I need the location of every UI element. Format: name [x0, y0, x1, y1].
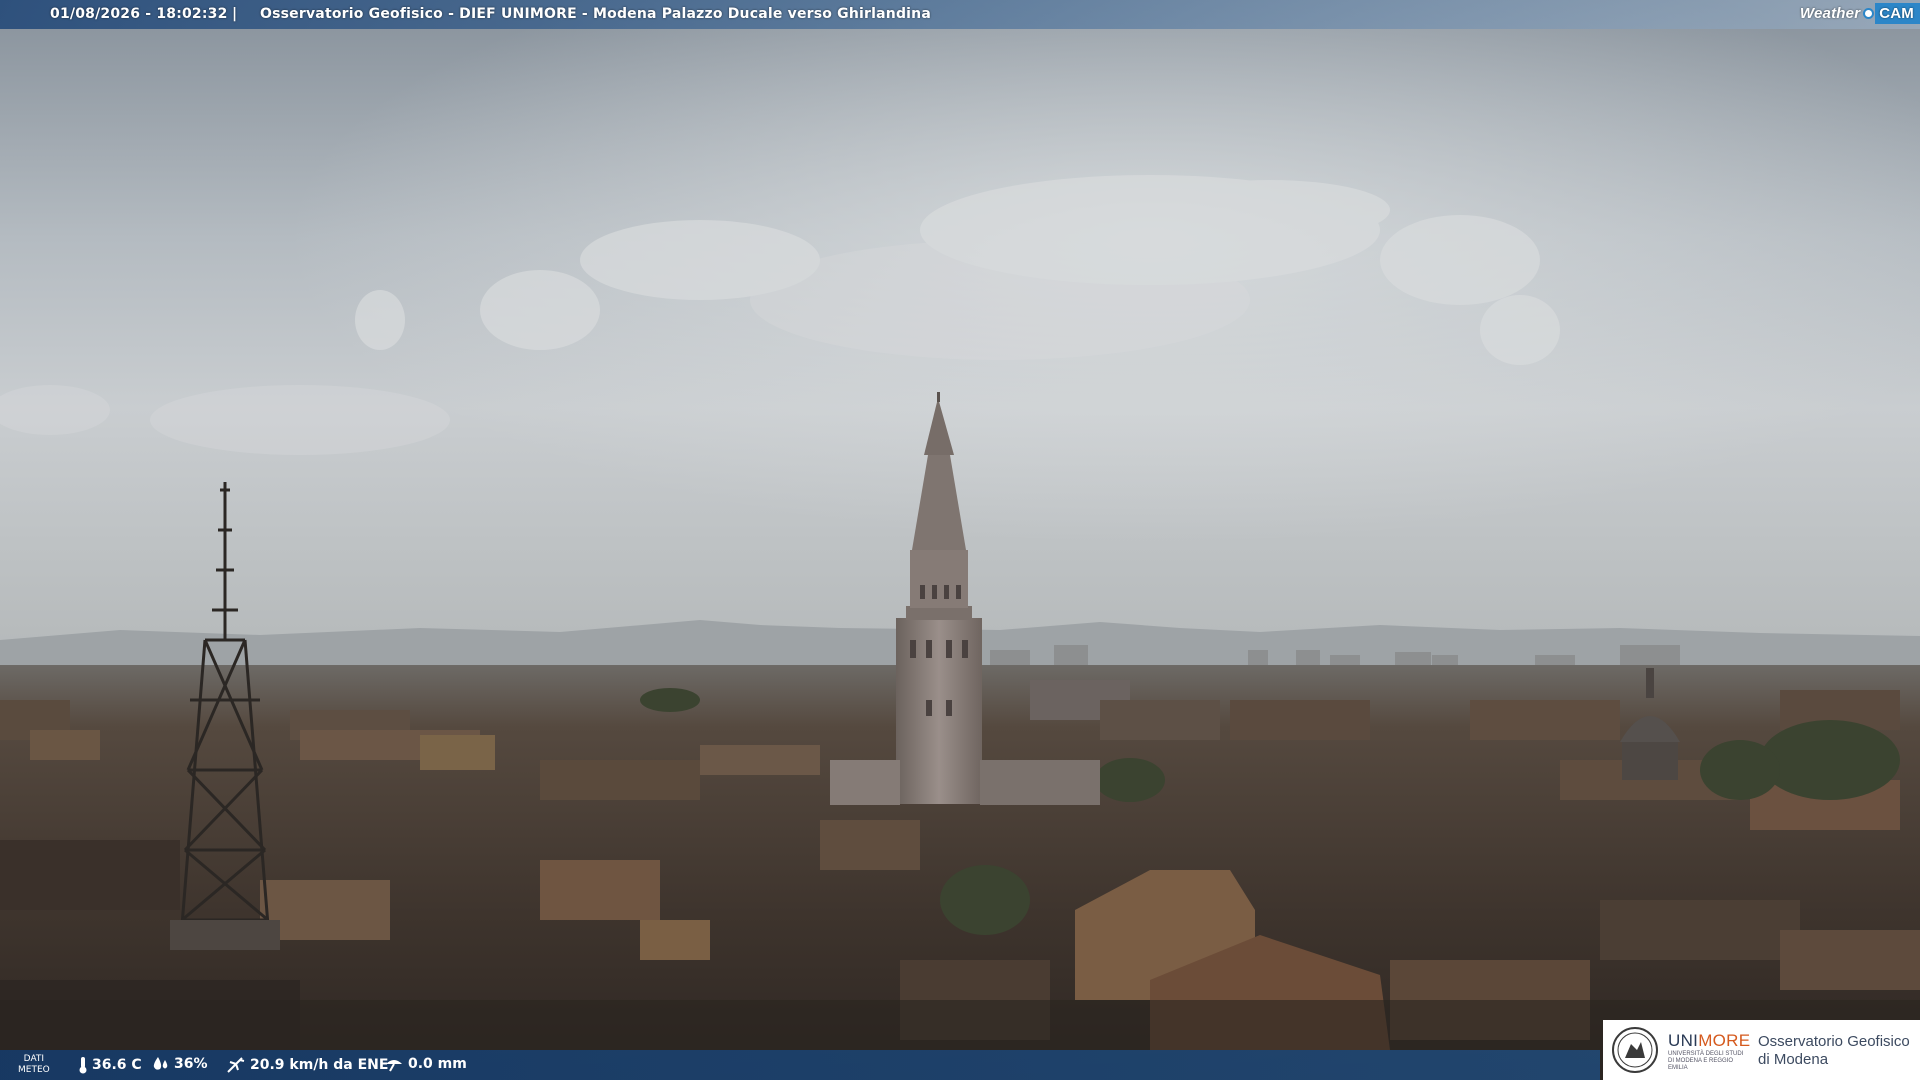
camera-title: Osservatorio Geofisico - DIEF UNIMORE - … — [260, 6, 931, 22]
weathercam-logo-cam: CAM — [1875, 2, 1920, 24]
unimore-seal — [1612, 1027, 1658, 1073]
weather-label: DATI METEO — [18, 1054, 50, 1076]
unimore-brand-more: MORE — [1698, 1031, 1751, 1050]
camera-info-bar: 01/08/2026 - 18:02:32 | Osservatorio Geo… — [0, 0, 1920, 29]
rain-gauge-icon — [386, 1060, 402, 1072]
webcam-view: 01/08/2026 - 18:02:32 | Osservatorio Geo… — [0, 0, 1920, 1080]
weathercam-dot-icon — [1863, 7, 1875, 19]
thermometer-icon — [79, 1057, 87, 1074]
weathercam-logo: Weather CAM — [1800, 0, 1920, 26]
observatory-name-line2: di Modena — [1758, 1051, 1829, 1068]
separator: | — [232, 6, 238, 22]
weathercam-logo-weather: Weather — [1799, 4, 1861, 22]
wind-item: 20.9 km/h da ENE — [226, 1056, 388, 1074]
unimore-logo: UNIMORE UNIVERSITÀ DEGLI STUDI DI MODENA… — [1603, 1020, 1920, 1080]
observatory-name: Osservatorio Geofisico di Modena — [1758, 1033, 1910, 1069]
wind-value: 20.9 km/h da ENE — [250, 1057, 389, 1073]
humidity-value: 36% — [174, 1056, 208, 1072]
weather-label-line2: METEO — [18, 1065, 50, 1075]
unimore-subtitle: UNIVERSITÀ DEGLI STUDI DI MODENA E REGGI… — [1668, 1051, 1744, 1071]
unimore-brand: UNIMORE — [1668, 1031, 1750, 1051]
rain-item: 0.0 mm — [384, 1056, 467, 1072]
unimore-brand-uni: UNI — [1668, 1031, 1699, 1050]
wind-icon — [227, 1057, 245, 1073]
antenna-base — [170, 920, 280, 950]
humidity-item: 36% — [152, 1056, 208, 1072]
temperature-value: 36.6 C — [92, 1057, 142, 1073]
rain-value: 0.0 mm — [408, 1056, 467, 1072]
webcam-image — [0, 0, 1920, 1080]
weather-data-bar: DATI METEO 36.6 C 36% 20.9 km/h da ENE 0… — [0, 1050, 1600, 1080]
humidity-drop-icon — [153, 1057, 168, 1070]
weather-label-line1: DATI — [23, 1054, 45, 1064]
timestamp: 01/08/2026 - 18:02:32 — [50, 6, 228, 22]
observatory-name-line1: Osservatorio Geofisico — [1758, 1033, 1910, 1050]
temperature-item: 36.6 C — [78, 1056, 142, 1074]
